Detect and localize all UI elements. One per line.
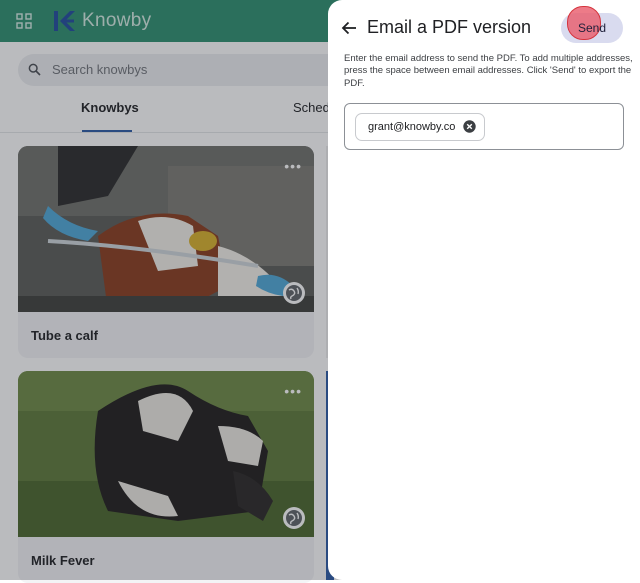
- send-button-label: Send: [577, 21, 607, 35]
- email-pdf-panel: Email a PDF version Send Enter the email…: [328, 0, 640, 580]
- arrow-left-icon[interactable]: [340, 18, 360, 38]
- email-chip-label: grant@knowby.co: [368, 121, 456, 133]
- email-input[interactable]: grant@knowby.co: [344, 103, 624, 150]
- panel-title: Email a PDF version: [367, 17, 532, 37]
- close-circle-icon[interactable]: [463, 120, 476, 133]
- instructions-text: Enter the email address to send the PDF.…: [344, 53, 633, 89]
- email-chip[interactable]: grant@knowby.co: [355, 113, 485, 141]
- send-button[interactable]: Send: [561, 6, 623, 43]
